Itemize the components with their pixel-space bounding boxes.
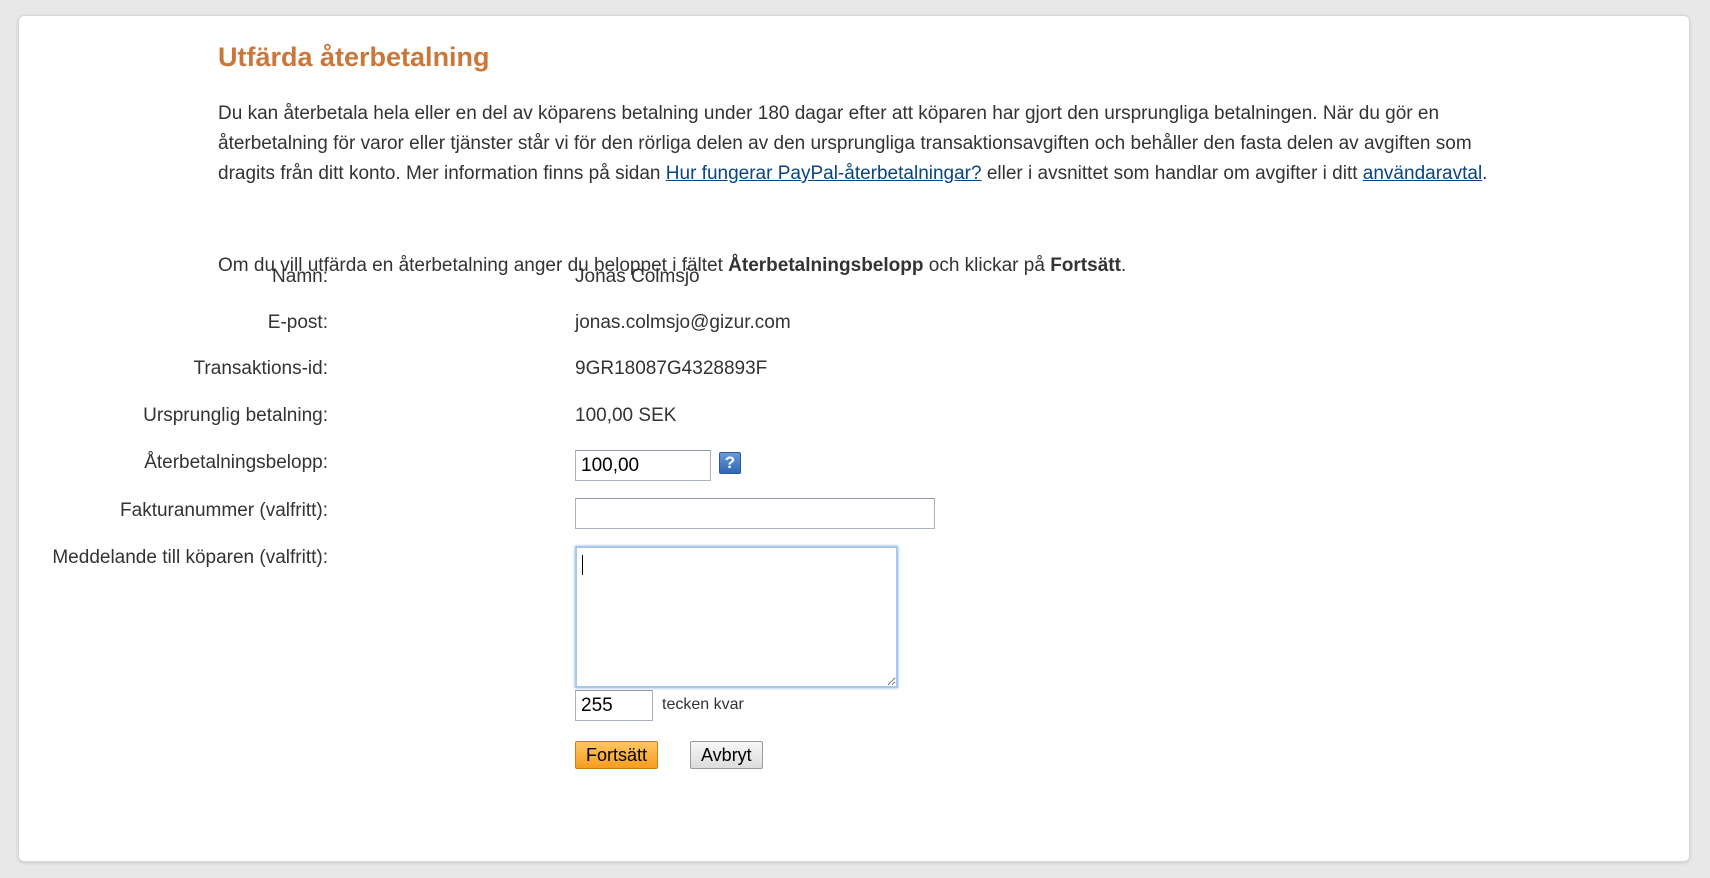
instruction-text-end: . bbox=[1120, 255, 1127, 276]
name-label: Namn: bbox=[272, 266, 328, 287]
name-value: Jonas Colmsjö bbox=[575, 266, 700, 287]
invoice-number-input[interactable] bbox=[575, 498, 935, 529]
refund-amount-input[interactable] bbox=[575, 450, 711, 481]
email-value: jonas.colmsjo@gizur.com bbox=[575, 312, 791, 333]
intro-text-mid: eller i avsnittet som handlar om avgifte… bbox=[981, 163, 1363, 184]
instruction-bold-button: Fortsätt bbox=[1050, 255, 1121, 276]
message-label: Meddelande till köparen (valfritt): bbox=[52, 547, 328, 568]
refund-help-link[interactable]: Hur fungerar PayPal-återbetalningar? bbox=[666, 163, 982, 184]
transaction-id-value: 9GR18087G4328893F bbox=[575, 358, 768, 379]
refund-amount-label: Återbetalningsbelopp: bbox=[144, 452, 328, 473]
message-textarea[interactable] bbox=[575, 546, 898, 688]
text-caret bbox=[582, 555, 583, 575]
user-agreement-link[interactable]: användaravtal bbox=[1363, 163, 1482, 184]
original-payment-label: Ursprunglig betalning: bbox=[143, 405, 328, 426]
instruction-paragraph: Om du vill utfärda en återbetalning ange… bbox=[218, 252, 1508, 280]
cancel-button[interactable]: Avbryt bbox=[690, 741, 763, 769]
instruction-text-mid: och klickar på bbox=[923, 255, 1051, 276]
chars-left-counter bbox=[575, 690, 653, 721]
transaction-id-label: Transaktions-id: bbox=[193, 358, 328, 379]
email-label: E-post: bbox=[267, 312, 328, 333]
continue-button[interactable]: Fortsätt bbox=[575, 741, 659, 769]
question-mark-icon[interactable]: ? bbox=[719, 452, 741, 474]
invoice-number-label: Fakturanummer (valfritt): bbox=[120, 500, 328, 521]
original-payment-value: 100,00 SEK bbox=[575, 405, 677, 426]
chars-left-suffix: tecken kvar bbox=[662, 696, 744, 713]
page-title: Utfärda återbetalning bbox=[218, 42, 490, 72]
refund-panel: Utfärda återbetalning Du kan återbetala … bbox=[18, 15, 1690, 862]
intro-paragraph: Du kan återbetala hela eller en del av k… bbox=[218, 99, 1508, 189]
intro-text-end: . bbox=[1482, 163, 1488, 184]
instruction-bold-field: Återbetalningsbelopp bbox=[728, 255, 924, 276]
